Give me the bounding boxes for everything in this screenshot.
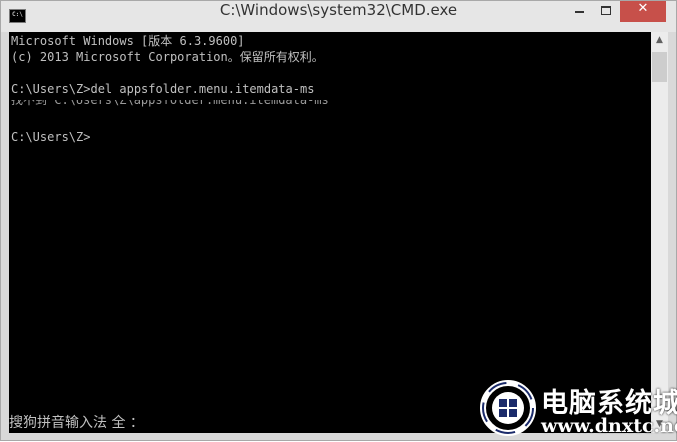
- minimize-icon: [575, 11, 584, 13]
- console-line-error: 找不到 C:\Users\Z\appsfolder.menu.itemdata-…: [11, 100, 329, 107]
- maximize-button[interactable]: [593, 1, 619, 22]
- scroll-thumb[interactable]: [652, 52, 667, 82]
- cmd-window: C:\ C:\Windows\system32\CMD.exe ✕ Micros…: [0, 0, 677, 441]
- title-bar[interactable]: C:\ C:\Windows\system32\CMD.exe ✕: [1, 1, 676, 32]
- cmd-icon-label: C:\: [12, 11, 23, 18]
- maximize-icon: [601, 6, 611, 15]
- minimize-button[interactable]: [567, 1, 593, 22]
- close-icon: ✕: [637, 1, 649, 16]
- console-output[interactable]: Microsoft Windows [版本 6.3.9600] (c) 2013…: [9, 32, 651, 433]
- console-prompt: C:\Users\Z>: [11, 130, 91, 144]
- console-line-copyright: (c) 2013 Microsoft Corporation。保留所有权利。: [11, 50, 324, 64]
- scroll-up-arrow-icon[interactable]: ▲: [651, 32, 668, 49]
- console-line-error-clipped: 找不到 C:\Users\Z\appsfolder.menu.itemdata-…: [11, 100, 371, 108]
- cmd-icon[interactable]: C:\: [9, 9, 26, 23]
- close-button[interactable]: ✕: [620, 1, 666, 22]
- console-line-version: Microsoft Windows [版本 6.3.9600]: [11, 34, 245, 48]
- console-line-del-command: C:\Users\Z>del appsfolder.menu.itemdata-…: [11, 82, 315, 96]
- scroll-down-arrow-icon[interactable]: ▼: [651, 416, 668, 433]
- ime-status-bar: 搜狗拼音输入法 全 ：: [9, 415, 144, 431]
- vertical-scrollbar[interactable]: ▲ ▼: [651, 32, 668, 433]
